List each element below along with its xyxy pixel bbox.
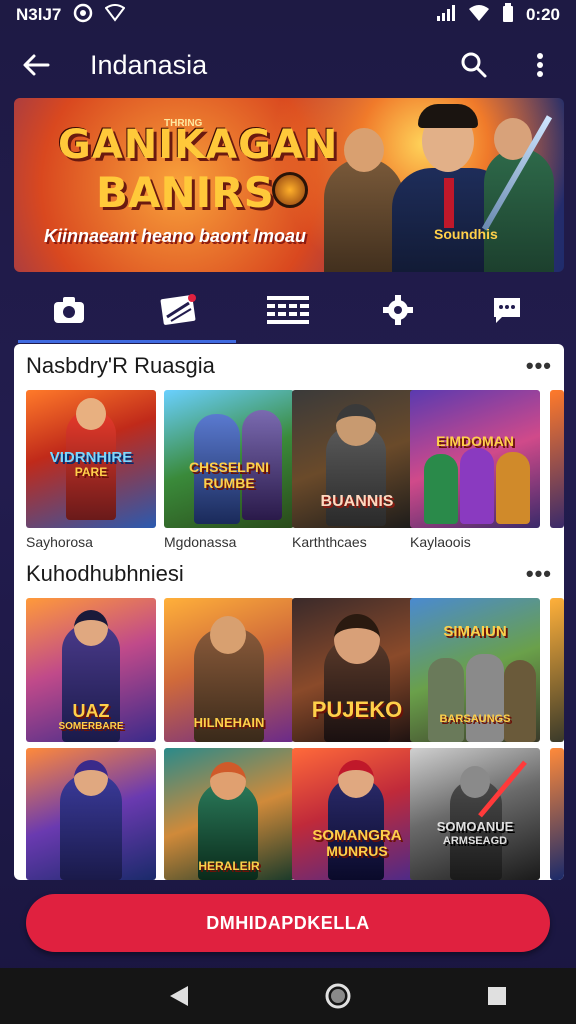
card-figure-head: [460, 766, 490, 798]
carrier-label: N3lJ7: [16, 5, 62, 24]
card-art-sub: RUMBE: [203, 475, 255, 491]
game-card-peek: [550, 390, 564, 528]
card-art-sub: HILNEHAIN: [193, 715, 265, 730]
card-art-title: SIMAIUN: [443, 623, 507, 640]
camera-icon: [52, 295, 86, 330]
card-figure-head: [210, 762, 246, 800]
gear-icon: [382, 294, 414, 331]
banner-subtitle: Kiinnaeant heano baont lmoau: [44, 226, 307, 246]
card-figure: [496, 452, 530, 524]
tab-chat[interactable]: [477, 288, 537, 336]
game-card[interactable]: SIMAIUN BARSAUNGS: [410, 598, 540, 742]
banner-hero-center-hair: [418, 104, 478, 128]
card-art-sub: MUNRUS: [326, 843, 388, 859]
banner-title-line1: GANIKAGAN: [58, 122, 339, 168]
tab-indicator: [18, 340, 236, 343]
game-card[interactable]: HERALEIR: [164, 748, 294, 880]
card-art-sub: SOMERBARE: [58, 721, 124, 732]
card-title: Karththcaes: [292, 534, 367, 550]
banner-shield-emblem: [272, 172, 308, 208]
banner-hero-left-head: [344, 128, 384, 172]
tab-grid[interactable]: [258, 288, 318, 336]
tab-tickets[interactable]: [148, 288, 208, 336]
game-card-peek: [550, 748, 564, 880]
tab-settings[interactable]: [368, 288, 428, 336]
section-title: Nasbdry'R Ruasgia: [26, 353, 215, 378]
wifi-icon: [104, 3, 126, 27]
card-art-title: PUJEKO: [311, 697, 403, 722]
card-figure-head: [336, 404, 376, 446]
card-title: Sayhorosa: [26, 534, 93, 550]
content-panel: Nasbdry'R Ruasgia ••• VIDRNHIRE PARE CHS…: [14, 344, 564, 880]
home-circle-icon[interactable]: [314, 972, 362, 1020]
banner-hero-center-tie: [444, 178, 454, 228]
card-figure: [504, 660, 536, 742]
game-card[interactable]: BUANNIS: [292, 390, 422, 528]
section-more-button[interactable]: •••: [526, 561, 552, 587]
card-title: Kaylaoois: [410, 534, 471, 550]
card-art-sub: ARMSEAGD: [442, 835, 508, 847]
section-header: Kuhodhubhniesi •••: [26, 556, 552, 592]
card-figure-head: [334, 614, 380, 664]
app-bar: Indanasia: [0, 34, 576, 96]
target-icon: [73, 3, 93, 28]
ticket-icon: [159, 293, 197, 332]
card-figure-head: [76, 398, 106, 430]
game-card[interactable]: CHSSELPNI RUMBE: [164, 390, 294, 528]
card-art-sub: PARE: [74, 465, 108, 479]
promo-banner[interactable]: THRING GANIKAGAN BANIRS Kiinnaeant heano…: [14, 98, 564, 272]
game-card[interactable]: VIDRNHIRE PARE: [26, 390, 156, 528]
card-figure: [466, 654, 504, 742]
card-figure: [460, 448, 494, 524]
card-figure-head: [74, 610, 108, 646]
card-art-title: VIDRNHIRE: [49, 449, 133, 466]
card-art-title: UAZ: [72, 701, 110, 721]
card-art-sub: BARSAUNGS: [439, 713, 511, 725]
signal-icon: [436, 4, 456, 27]
system-nav-bar: [0, 968, 576, 1024]
status-bar: N3lJ7 0:20: [0, 0, 576, 30]
grid-icon: [266, 294, 310, 331]
game-card[interactable]: SOMANGRA MUNRUS: [292, 748, 422, 880]
tab-bar: [0, 284, 576, 340]
card-figure: [428, 658, 464, 742]
wifi-icon: [468, 4, 490, 27]
card-figure-head: [338, 760, 374, 798]
card-art-title: SOMOANUE: [436, 819, 514, 834]
card-art-sub: HERALEIR: [198, 859, 260, 873]
back-arrow-icon[interactable]: [18, 47, 54, 83]
more-vertical-icon[interactable]: [522, 47, 558, 83]
section-header: Nasbdry'R Ruasgia •••: [26, 348, 552, 384]
search-icon[interactable]: [456, 47, 492, 83]
card-title: Mgdonassa: [164, 534, 237, 550]
clock: 0:20: [525, 5, 560, 24]
page-title: Indanasia: [90, 49, 208, 80]
banner-badge: Soundhis: [434, 226, 498, 242]
game-card[interactable]: HILNEHAIN: [164, 598, 294, 742]
game-card[interactable]: PUJEKO: [292, 598, 422, 742]
game-card[interactable]: UAZ SOMERBARE: [26, 598, 156, 742]
card-figure-head: [210, 616, 246, 654]
banner-title-line2: BANIRS: [96, 168, 274, 217]
back-triangle-icon[interactable]: [155, 972, 203, 1020]
game-card-peek: [550, 598, 564, 742]
primary-cta-button[interactable]: DMHIDAPDKELLA: [26, 894, 550, 952]
card-figure: [424, 454, 458, 524]
game-card[interactable]: SOMOANUE ARMSEAGD: [410, 748, 540, 880]
card-art-title: EIMDOMAN: [436, 433, 514, 449]
recents-square-icon[interactable]: [473, 972, 521, 1020]
tab-camera[interactable]: [39, 288, 99, 336]
section-title: Kuhodhubhniesi: [26, 561, 184, 586]
card-art-title: CHSSELPNI: [188, 459, 270, 475]
card-art-title: SOMANGRA: [312, 827, 402, 844]
chat-icon: [492, 295, 522, 330]
section-more-button[interactable]: •••: [526, 353, 552, 379]
battery-icon: [502, 2, 514, 28]
game-card[interactable]: [26, 748, 156, 880]
game-card[interactable]: EIMDOMAN: [410, 390, 540, 528]
card-art-title: BUANNIS: [320, 493, 394, 510]
card-figure-head: [74, 760, 108, 796]
